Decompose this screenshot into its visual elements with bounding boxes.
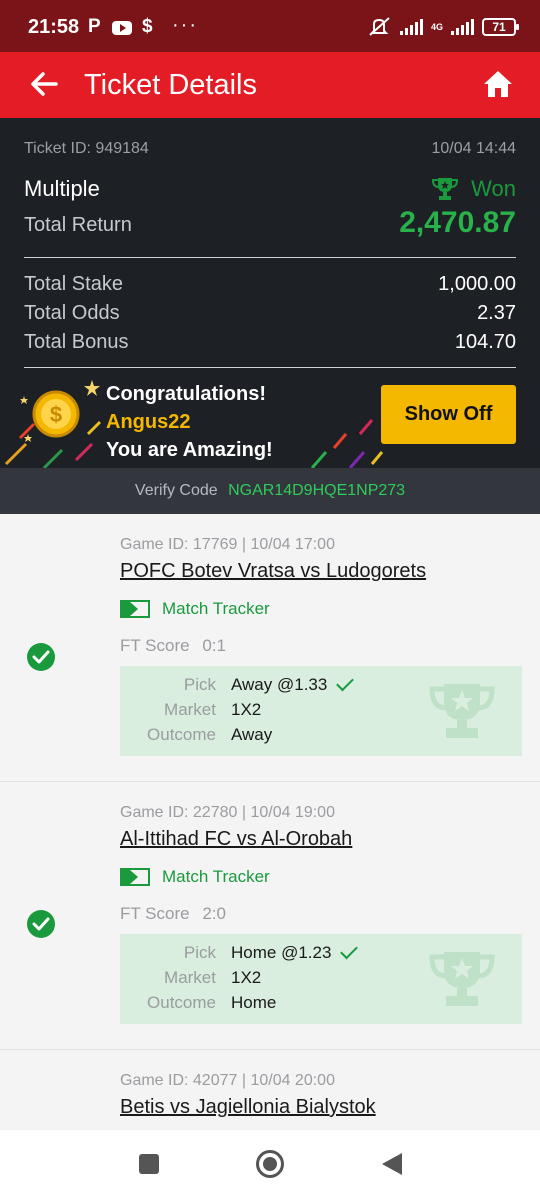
won-label: Won (471, 176, 516, 201)
outcome-label: Outcome (147, 993, 216, 1012)
game-card: Game ID: 17769 | 10/04 17:00 POFC Botev … (0, 514, 540, 782)
congrats-line: You are Amazing! (106, 439, 273, 461)
outcome-value: Away (231, 725, 273, 744)
checkmark-icon (336, 673, 355, 692)
match-tracker-icon (120, 868, 150, 886)
game-card: Game ID: 22780 | 10/04 19:00 Al-Ittihad … (0, 782, 540, 1050)
row-value: 104.70 (454, 331, 516, 353)
match-title[interactable]: Al-Ittihad FC vs Al-Orobah (120, 828, 352, 851)
row-label: Total Bonus (24, 331, 129, 353)
ft-score-label: FT Score (120, 904, 190, 923)
money-app-icon: $ (142, 16, 153, 37)
pick-label: Pick (183, 675, 216, 694)
checkmark-icon (340, 941, 359, 960)
match-title[interactable]: POFC Botev Vratsa vs Ludogorets (120, 560, 426, 583)
match-title[interactable]: Betis vs Jagiellonia Bialystok (120, 1096, 376, 1119)
market-row: Market 1X2 (120, 968, 522, 993)
market-label: Market (164, 700, 216, 719)
more-notifications-icon: ··· (172, 14, 198, 36)
ticket-status: Won (431, 176, 516, 202)
parking-icon: P (88, 16, 101, 37)
status-time: 21:58 (28, 16, 80, 38)
game-card: Game ID: 42077 | 10/04 20:00 Betis vs Ja… (0, 1050, 540, 1130)
game-meta: Game ID: 17769 | 10/04 17:00 (120, 536, 335, 553)
pick-text: Away @1.33 (231, 675, 328, 694)
outcome-value: Home (231, 993, 277, 1012)
row-label: Total Stake (24, 273, 123, 295)
network-type: 4G (430, 21, 443, 32)
verify-code-value[interactable]: NGAR14D9HQE1NP273 (228, 482, 405, 499)
pick-value: Away @1.33 (231, 673, 355, 695)
ft-score-label: FT Score (120, 636, 190, 655)
ft-score: FT Score 2:0 (120, 904, 226, 924)
status-indicators: 4G 71 (368, 16, 519, 38)
username: Angus22 (106, 411, 191, 433)
status-bar: 21:58 P $ ··· 4G 71 (0, 0, 540, 52)
outcome-row: Outcome Home (120, 993, 522, 1018)
page-title: Ticket Details (84, 69, 257, 101)
row-value: 1,000.00 (438, 273, 516, 295)
back-arrow-icon[interactable] (28, 68, 60, 100)
pick-value: Home @1.23 (231, 941, 359, 963)
recent-apps-icon[interactable] (139, 1154, 159, 1174)
trophy-icon (432, 178, 459, 200)
won-check-icon (27, 910, 55, 938)
home-icon[interactable] (482, 68, 514, 100)
pick-details: Pick Home @1.23 Market 1X2 Outcome Home (120, 934, 522, 1024)
market-row: Market 1X2 (120, 700, 522, 725)
verify-code-label: Verify Code (134, 482, 218, 499)
system-nav-bar (0, 1130, 540, 1200)
ft-score: FT Score 0:1 (120, 636, 226, 656)
match-tracker-icon (120, 600, 150, 618)
divider (24, 257, 516, 258)
ticket-datetime: 10/04 14:44 (431, 140, 516, 157)
congrats-text: Congratulations! Angus22 You are Amazing… (106, 380, 273, 464)
nav-home-icon[interactable] (256, 1150, 284, 1178)
market-label: Market (164, 968, 216, 987)
ft-score-value: 0:1 (202, 636, 226, 655)
match-tracker-link[interactable]: Match Tracker (120, 599, 270, 619)
pick-details: Pick Away @1.33 Market 1X2 Outcome Away (120, 666, 522, 756)
row-label: Total Odds (24, 302, 120, 324)
match-tracker-label: Match Tracker (162, 599, 270, 618)
row-value: 2.37 (477, 302, 516, 324)
market-value: 1X2 (231, 968, 262, 987)
outcome-row: Outcome Away (120, 725, 522, 750)
nav-back-icon[interactable] (382, 1153, 402, 1175)
show-off-button[interactable]: Show Off (381, 385, 516, 444)
total-return-value: 2,470.87 (399, 206, 516, 239)
market-value: 1X2 (231, 700, 262, 719)
signal-icon (399, 19, 423, 35)
app-bar: Ticket Details (0, 52, 540, 118)
pick-row: Pick Home @1.23 (120, 941, 522, 968)
pick-text: Home @1.23 (231, 943, 332, 962)
total-odds-row: Total Odds 2.37 (24, 302, 516, 328)
congrats-line: Congratulations! (106, 383, 266, 405)
won-check-icon (27, 643, 55, 671)
battery-icon: 71 (482, 18, 519, 36)
match-tracker-link[interactable]: Match Tracker (120, 867, 270, 887)
game-meta: Game ID: 22780 | 10/04 19:00 (120, 804, 335, 821)
pick-label: Pick (183, 943, 216, 962)
mute-icon (369, 17, 390, 36)
match-tracker-label: Match Tracker (162, 867, 270, 886)
verify-code-bar: Verify Code NGAR14D9HQE1NP273 (0, 468, 540, 514)
outcome-label: Outcome (147, 725, 216, 744)
total-stake-row: Total Stake 1,000.00 (24, 273, 516, 299)
pick-row: Pick Away @1.33 (120, 673, 522, 700)
signal-icon-2 (451, 19, 474, 35)
game-meta: Game ID: 42077 | 10/04 20:00 (120, 1072, 335, 1089)
youtube-icon (112, 21, 132, 35)
svg-text:$: $ (50, 402, 62, 427)
ft-score-value: 2:0 (202, 904, 226, 923)
total-bonus-row: Total Bonus 104.70 (24, 331, 516, 357)
